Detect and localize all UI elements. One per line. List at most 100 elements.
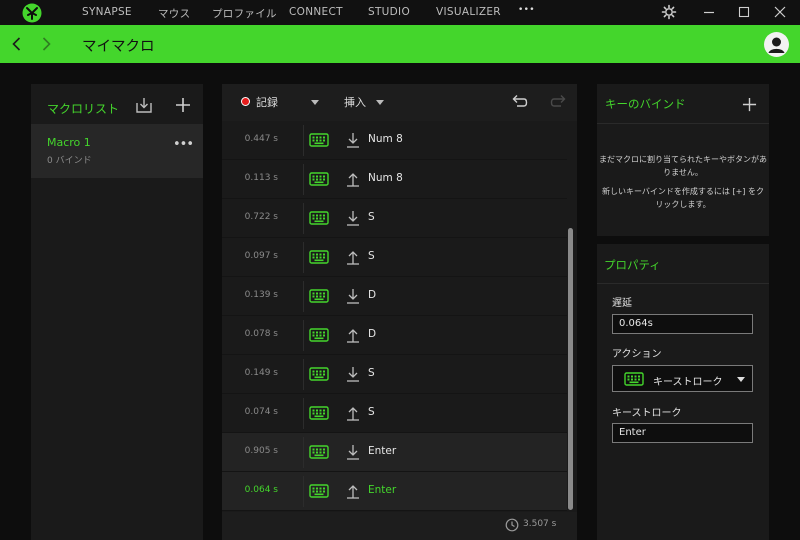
create-bind-hint-line1: 新しいキーバインドを作成するには [+] をク — [602, 187, 764, 196]
key-binds-title: キーのバインド — [605, 97, 686, 111]
add-key-bind-icon[interactable] — [742, 97, 757, 112]
user-avatar-icon[interactable] — [764, 32, 789, 57]
key-down-arrow-icon — [346, 209, 360, 227]
nav-tab-synapse[interactable]: SYNAPSE — [82, 6, 132, 18]
no-binds-message-line2: りません。 — [663, 168, 703, 177]
keyboard-icon — [309, 405, 329, 421]
row-divider — [303, 242, 304, 273]
event-key: Num 8 — [368, 172, 403, 184]
title-bar: SYNAPSE マウス プロファイル CONNECT STUDIO VISUAL… — [0, 0, 800, 25]
action-select[interactable]: キーストローク — [612, 365, 753, 392]
keyboard-icon — [309, 171, 329, 187]
macro-event-row[interactable]: 0.447 s Num 8 — [222, 121, 567, 160]
macro-list-title: マクロリスト — [47, 102, 120, 116]
row-divider — [303, 203, 304, 234]
settings-gear-icon[interactable] — [661, 4, 677, 20]
keystroke-label: キーストローク — [612, 408, 682, 419]
redo-icon[interactable] — [550, 92, 568, 110]
nav-more-button[interactable]: ••• — [518, 5, 535, 15]
keyboard-icon — [309, 210, 329, 226]
insert-options-caret-icon[interactable] — [376, 100, 384, 105]
row-divider — [303, 476, 304, 507]
event-key: S — [368, 250, 375, 262]
event-delay: 0.139 s — [244, 290, 278, 300]
nav-tab-mouse[interactable]: マウス — [158, 6, 190, 21]
event-key: S — [368, 211, 375, 223]
macro-list-header: マクロリスト — [31, 84, 203, 124]
record-button[interactable]: 記録 — [256, 94, 278, 110]
event-list-scrollbar[interactable] — [568, 228, 573, 510]
keyboard-icon — [309, 327, 329, 343]
event-key: S — [368, 406, 375, 418]
back-arrow-icon[interactable] — [9, 36, 25, 52]
keystroke-input[interactable]: Enter — [612, 423, 753, 443]
nav-tab-profiles[interactable]: プロファイル — [212, 6, 277, 21]
event-delay: 0.447 s — [244, 134, 278, 144]
macro-bind-count: 0 バインド — [47, 156, 92, 166]
event-delay: 0.113 s — [244, 173, 278, 183]
keyboard-icon — [309, 288, 329, 304]
properties-panel: プロパティ 遅延 0.064s アクション キーストローク キーストローク En… — [597, 244, 769, 540]
key-up-arrow-icon — [346, 326, 360, 344]
forward-arrow-icon[interactable] — [38, 36, 54, 52]
insert-button[interactable]: 挿入 — [344, 94, 366, 110]
create-bind-hint-line2: リックします。 — [655, 200, 711, 209]
key-up-arrow-icon — [346, 248, 360, 266]
nav-tab-visualizer[interactable]: VISUALIZER — [436, 6, 501, 18]
editor-toolbar: 記録 挿入 — [222, 84, 577, 121]
nav-tab-connect[interactable]: CONNECT — [289, 6, 343, 18]
macro-list-panel: マクロリスト Macro 1 0 バインド ••• — [31, 84, 203, 540]
row-divider — [303, 281, 304, 312]
row-divider — [303, 320, 304, 351]
event-delay: 0.722 s — [244, 212, 278, 222]
page-header: マイマクロ — [0, 25, 800, 63]
event-key: D — [368, 289, 377, 301]
macro-event-row[interactable]: 0.139 s D — [222, 277, 567, 316]
maximize-icon[interactable] — [736, 4, 752, 20]
event-delay: 0.905 s — [244, 446, 278, 456]
macro-event-row[interactable]: 0.064 s Enter — [222, 472, 567, 511]
macro-event-row[interactable]: 0.905 s Enter — [222, 433, 567, 472]
macro-event-row[interactable]: 0.078 s D — [222, 316, 567, 355]
macro-event-row[interactable]: 0.722 s S — [222, 199, 567, 238]
macro-list-item[interactable]: Macro 1 0 バインド ••• — [31, 124, 203, 178]
close-icon[interactable] — [772, 4, 788, 20]
key-up-arrow-icon — [346, 404, 360, 422]
properties-header: プロパティ — [597, 244, 769, 284]
event-key: Num 8 — [368, 133, 403, 145]
row-divider — [303, 125, 304, 156]
page-title: マイマクロ — [82, 39, 155, 55]
minimize-icon[interactable] — [701, 4, 717, 20]
key-down-arrow-icon — [346, 365, 360, 383]
keyboard-icon — [309, 483, 329, 499]
row-divider — [303, 164, 304, 195]
total-duration: 3.507 s — [523, 519, 557, 529]
event-key: Enter — [368, 445, 397, 457]
key-binds-header: キーのバインド — [597, 84, 769, 124]
macro-event-row[interactable]: 0.149 s S — [222, 355, 567, 394]
key-up-arrow-icon — [346, 170, 360, 188]
event-key: Enter — [368, 484, 397, 496]
record-options-caret-icon[interactable] — [311, 100, 319, 105]
action-select-caret-icon — [737, 377, 745, 382]
add-macro-icon[interactable] — [175, 97, 191, 113]
action-label: アクション — [612, 349, 662, 360]
action-select-value: キーストローク — [653, 377, 723, 388]
macro-event-row[interactable]: 0.113 s Num 8 — [222, 160, 567, 199]
delay-input[interactable]: 0.064s — [612, 314, 753, 334]
macro-editor-panel: 記録 挿入 0.447 s Num 8 0.113 s Num 8 0.722 s S 0.… — [222, 84, 577, 540]
macro-event-row[interactable]: 0.074 s S — [222, 394, 567, 433]
event-key: D — [368, 328, 377, 340]
razer-logo-icon[interactable] — [22, 3, 42, 23]
row-divider — [303, 359, 304, 390]
keyboard-icon — [309, 444, 329, 460]
event-delay: 0.097 s — [244, 251, 278, 261]
import-icon[interactable] — [135, 96, 153, 114]
row-divider — [303, 398, 304, 429]
event-key: S — [368, 367, 375, 379]
macro-event-row[interactable]: 0.097 s S — [222, 238, 567, 277]
record-dot-icon[interactable] — [241, 97, 250, 106]
macro-options-icon[interactable]: ••• — [173, 137, 194, 152]
nav-tab-studio[interactable]: STUDIO — [368, 6, 410, 18]
undo-icon[interactable] — [510, 92, 528, 110]
